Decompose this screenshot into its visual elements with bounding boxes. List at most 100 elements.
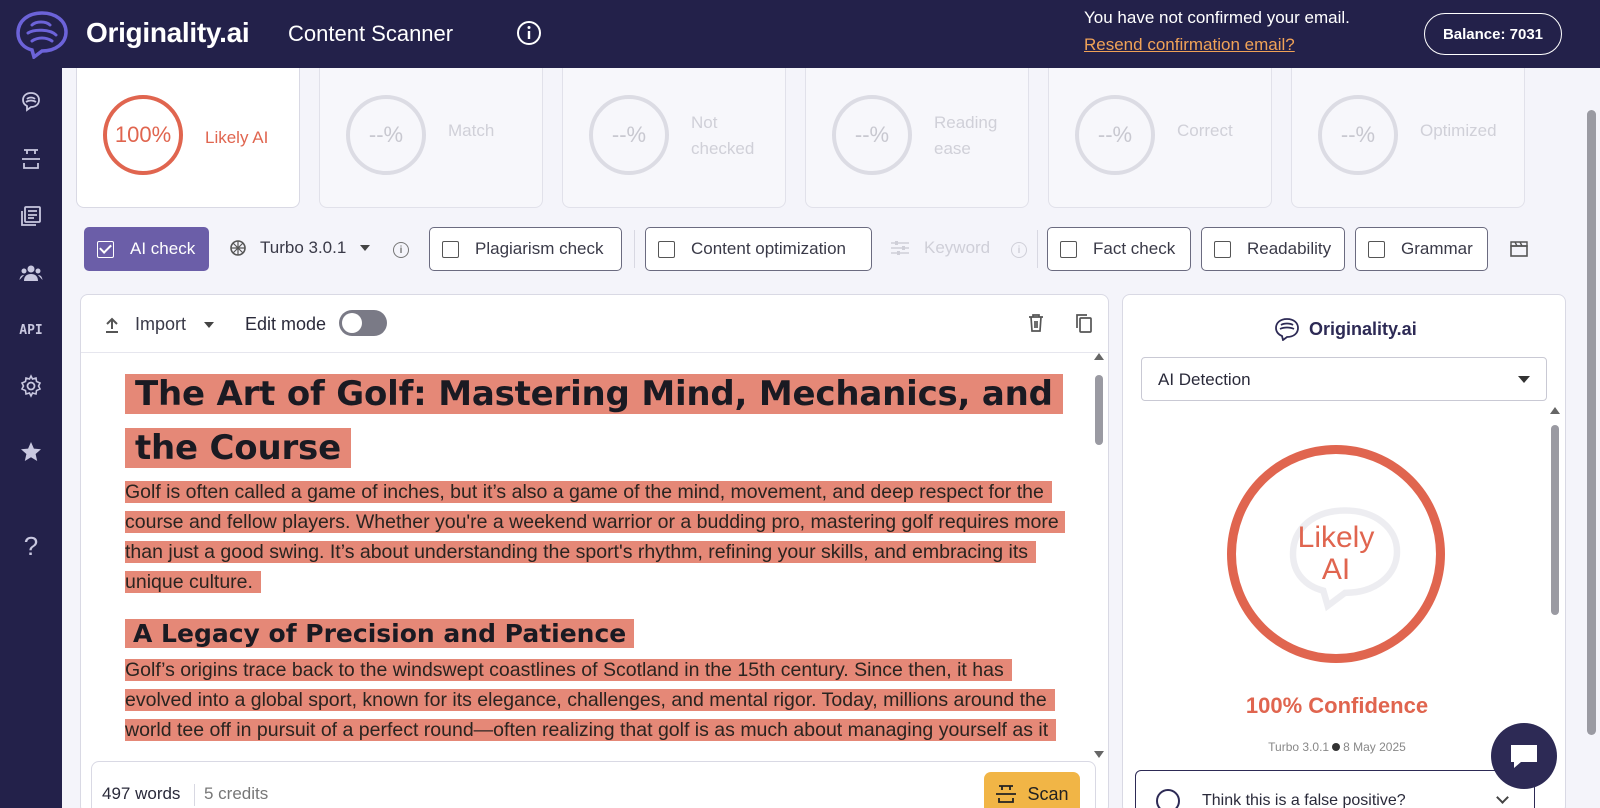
sidebar-item-favorites[interactable] [15, 436, 47, 468]
brain-icon [22, 92, 40, 112]
readability-label: Readability [1247, 239, 1332, 258]
content-optimization-toggle[interactable]: Content optimization [645, 227, 872, 271]
readability-toggle[interactable]: Readability [1201, 227, 1345, 271]
page-scrollbar[interactable] [1587, 110, 1596, 735]
fact-check-toggle[interactable]: Fact check [1047, 227, 1191, 271]
clapperboard-icon[interactable] [1509, 240, 1529, 258]
editor-toolbar: Import Edit mode [81, 295, 1108, 353]
checkbox-icon [1214, 240, 1231, 258]
sidebar-item-help[interactable]: ? [15, 530, 47, 562]
document-heading-2: A Legacy of Precision and Patience [125, 615, 1065, 653]
info-icon[interactable] [516, 20, 542, 46]
copy-icon[interactable] [1073, 312, 1095, 334]
ai-highlight: Golf’s origins trace back to the windswe… [125, 659, 1057, 747]
ai-highlight: Golf is often called a game of inches, b… [125, 481, 1065, 593]
model-select[interactable]: Turbo 3.0.1 [228, 238, 371, 258]
score-ring: 100% [103, 95, 183, 175]
model-info-icon[interactable]: i [393, 242, 409, 258]
chat-icon [1511, 745, 1537, 768]
word-count: 497 words [102, 784, 181, 803]
score-card-grammar[interactable]: --% Correct [1048, 68, 1272, 208]
results-panel: Originality.ai AI Detection Likely AI 10… [1122, 294, 1566, 808]
toolbar-divider [1037, 230, 1038, 268]
sidebar-item-settings[interactable] [15, 370, 47, 402]
ai-highlight: The Art of Golf: Mastering Mind, Mechani… [125, 374, 1063, 468]
sidebar-item-ai-brain[interactable] [15, 86, 47, 118]
detection-mode-value: AI Detection [1158, 370, 1251, 389]
score-label: Match [448, 121, 495, 140]
score-ring: --% [589, 95, 669, 175]
score-label: Reading ease [934, 113, 998, 158]
plagiarism-check-toggle[interactable]: Plagiarism check [429, 227, 622, 271]
score-card-readability[interactable]: --% Reading ease [805, 68, 1029, 208]
chevron-down-icon [1496, 791, 1509, 804]
chat-button[interactable] [1491, 723, 1557, 789]
import-dropdown[interactable]: Import [103, 314, 215, 335]
toolbar-divider [634, 230, 635, 268]
results-scrollbar[interactable] [1551, 425, 1559, 615]
checkbox-checked-icon [97, 240, 114, 258]
top-bar: Originality.ai Content Scanner You have … [0, 0, 1600, 68]
sidebar-item-api[interactable]: API [15, 314, 47, 346]
checkbox-icon [1368, 240, 1385, 258]
scroll-up-arrow[interactable] [1094, 353, 1104, 360]
scroll-down-arrow[interactable] [1094, 751, 1104, 758]
grammar-toggle[interactable]: Grammar [1355, 227, 1488, 271]
content-optimization-label: Content optimization [691, 239, 846, 258]
checkbox-icon [442, 240, 459, 258]
false-positive-accordion[interactable]: Think this is a false positive? [1135, 770, 1535, 808]
score-label: Not checked [691, 113, 755, 158]
keyword-label: Keyword [924, 238, 991, 257]
sidebar-item-team[interactable] [15, 257, 47, 289]
keyword-button[interactable]: Keyword [890, 238, 990, 258]
keyword-info-icon[interactable]: i [1011, 242, 1027, 258]
scan-date: 8 May 2025 [1343, 740, 1406, 754]
ai-result-ring: Likely AI [1227, 445, 1445, 663]
scan-icon [22, 149, 40, 169]
star-icon [21, 442, 41, 461]
confidence-score: 100% Confidence [1245, 693, 1429, 718]
ai-check-toggle[interactable]: AI check [84, 227, 209, 271]
results-brand-label: Originality.ai [1309, 318, 1417, 339]
resend-confirmation-link[interactable]: Resend confirmation email? [1084, 35, 1295, 55]
editor-scrollbar[interactable] [1095, 375, 1103, 445]
score-card-fact-check[interactable]: --% Not checked [562, 68, 786, 208]
edit-mode-label: Edit mode [245, 314, 327, 334]
score-card-content-optimization[interactable]: --% Optimized [1291, 68, 1525, 208]
plagiarism-check-label: Plagiarism check [475, 239, 604, 258]
results-brand: Originality.ai [1273, 317, 1417, 341]
brain-logo-icon[interactable] [12, 9, 72, 59]
ai-check-label: AI check [130, 239, 196, 258]
score-card-ai[interactable]: 100% Likely AI [76, 68, 300, 208]
score-ring: --% [346, 95, 426, 175]
gear-icon [20, 374, 42, 398]
sidebar: API ? [0, 68, 62, 808]
upload-icon [106, 317, 118, 333]
scan-button[interactable]: Scan [984, 772, 1080, 808]
detection-mode-select[interactable]: AI Detection [1141, 357, 1547, 401]
document-content[interactable]: The Art of Golf: Mastering Mind, Mechani… [125, 367, 1065, 747]
chevron-down-icon [1518, 376, 1530, 383]
score-card-plagiarism[interactable]: --% Match [319, 68, 543, 208]
chevron-down-icon [204, 321, 215, 328]
scroll-up-arrow[interactable] [1550, 407, 1560, 414]
balance-badge[interactable]: Balance: 7031 [1424, 13, 1562, 55]
scan-meta: Turbo 3.0.1 8 May 2025 [1123, 740, 1551, 754]
editor-panel: Import Edit mode The Art of Golf: Master… [80, 294, 1109, 808]
score-label: Optimized [1420, 121, 1497, 140]
trash-icon[interactable] [1025, 312, 1047, 334]
help-icon: ? [23, 530, 39, 561]
model-gear-icon [230, 240, 246, 256]
scan-icon [996, 785, 1017, 803]
ai-result-line-1: Likely [1297, 521, 1375, 554]
score-ring: --% [1075, 95, 1155, 175]
chevron-down-icon [360, 245, 371, 251]
edit-mode-toggle[interactable] [339, 310, 387, 336]
credit-count: 5 credits [204, 784, 269, 803]
ai-highlight: A Legacy of Precision and Patience [125, 619, 635, 648]
document-heading-1: The Art of Golf: Mastering Mind, Mechani… [125, 367, 1065, 475]
email-warning-text: You have not confirmed your email. [1084, 8, 1350, 27]
sidebar-item-scan[interactable] [15, 143, 47, 175]
brand-name[interactable]: Originality.ai [86, 17, 250, 49]
sidebar-item-library[interactable] [15, 200, 47, 232]
